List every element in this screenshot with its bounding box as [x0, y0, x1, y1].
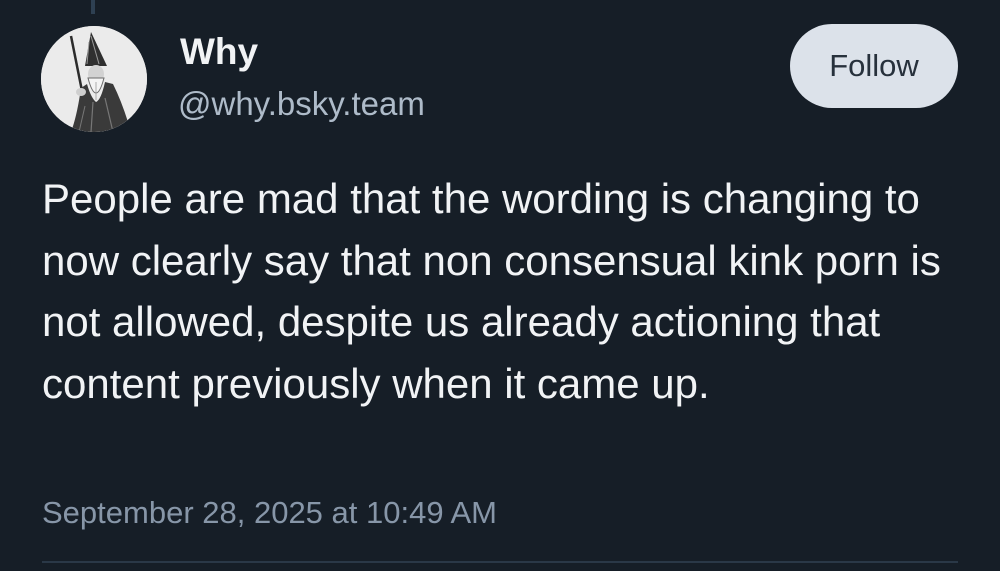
author-handle[interactable]: @why.bsky.team [178, 84, 425, 124]
post-timestamp[interactable]: September 28, 2025 at 10:49 AM [42, 495, 497, 531]
follow-button[interactable]: Follow [790, 24, 958, 108]
wizard-portrait-icon [41, 26, 147, 132]
avatar[interactable] [41, 26, 147, 132]
author-display-name[interactable]: Why [180, 30, 258, 74]
thread-connector-line [91, 0, 95, 14]
divider [42, 561, 958, 563]
post-text: People are mad that the wording is chang… [42, 175, 941, 407]
post-container: Why @why.bsky.team Follow People are mad… [0, 0, 1000, 571]
